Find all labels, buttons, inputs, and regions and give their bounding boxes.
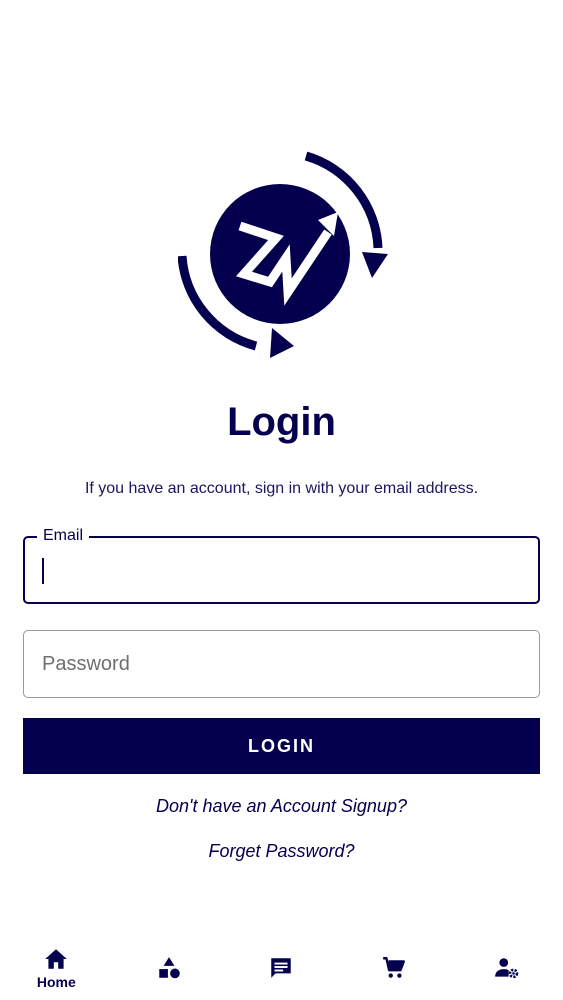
- signup-link[interactable]: Don't have an Account Signup?: [0, 796, 563, 817]
- login-button[interactable]: LOGIN: [23, 718, 540, 774]
- nav-item-account-settings[interactable]: [450, 934, 563, 1000]
- forgot-password-link[interactable]: Forget Password?: [0, 841, 563, 862]
- email-field[interactable]: Email: [23, 527, 540, 604]
- user-settings-icon: [494, 958, 518, 979]
- password-field[interactable]: [23, 630, 540, 698]
- message-icon: [271, 958, 292, 978]
- login-screen: Login If you have an account, sign in wi…: [0, 0, 563, 1000]
- page-title: Login: [227, 400, 336, 444]
- app-logo-icon: [178, 151, 388, 358]
- nav-item-cart[interactable]: [338, 934, 451, 1000]
- nav-label-home: Home: [36, 974, 76, 990]
- cart-icon: [383, 957, 406, 978]
- bottom-navigation: Home: [0, 934, 563, 1000]
- page-subtitle: If you have an account, sign in with you…: [84, 480, 479, 497]
- password-input[interactable]: [24, 631, 539, 697]
- nav-item-messages[interactable]: [225, 934, 338, 1000]
- email-input[interactable]: [25, 538, 538, 602]
- nav-item-categories[interactable]: [113, 934, 226, 1000]
- text-cursor: [42, 558, 44, 584]
- home-icon: [45, 949, 68, 969]
- nav-item-home[interactable]: Home: [0, 934, 113, 1000]
- shapes-icon: [159, 957, 180, 979]
